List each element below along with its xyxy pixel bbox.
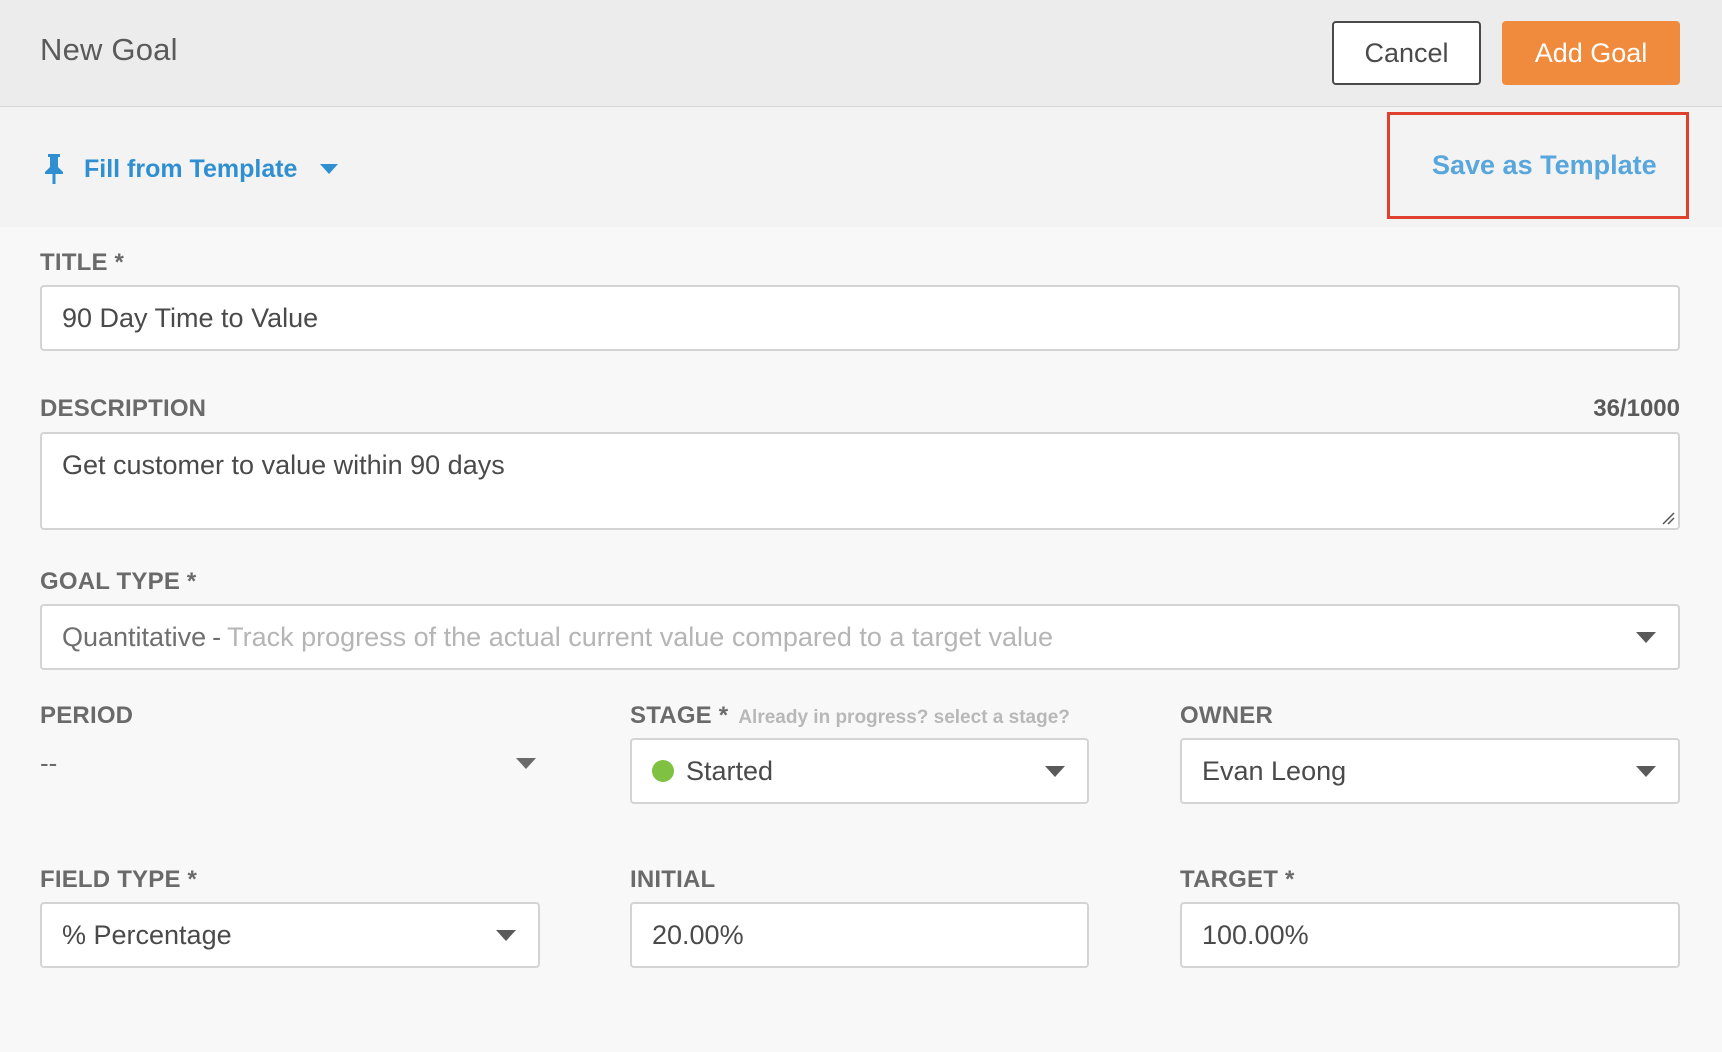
chevron-down-icon[interactable] xyxy=(516,758,536,769)
target-field[interactable] xyxy=(1180,902,1680,968)
stage-label-text: STAGE * xyxy=(630,702,729,729)
save-as-template-link[interactable]: Save as Template xyxy=(1432,150,1657,181)
stage-label: STAGE * Already in progress? select a sta… xyxy=(630,702,1070,730)
stage-select[interactable]: Started xyxy=(630,738,1089,804)
field-type-value: % Percentage xyxy=(62,919,232,950)
chevron-down-icon xyxy=(1636,632,1656,643)
field-type-select[interactable]: % Percentage xyxy=(40,902,540,968)
goal-type-select[interactable]: Quantitative - Track progress of the act… xyxy=(40,604,1680,670)
resize-handle-icon[interactable] xyxy=(1661,511,1675,525)
status-dot xyxy=(652,760,674,782)
goal-type-description: Track progress of the actual current val… xyxy=(227,621,1054,652)
title-input[interactable] xyxy=(62,287,1678,349)
add-goal-button[interactable]: Add Goal xyxy=(1502,21,1680,85)
stage-hint: Already in progress? select a stage? xyxy=(738,707,1070,728)
fill-from-template-label: Fill from Template xyxy=(84,154,298,183)
title-label: TITLE * xyxy=(40,249,125,276)
chevron-down-icon xyxy=(1045,766,1065,777)
initial-field[interactable] xyxy=(630,902,1089,968)
pin-icon xyxy=(45,154,63,184)
period-label: PERIOD xyxy=(40,702,134,729)
caret-down-icon xyxy=(320,164,339,174)
page-title: New Goal xyxy=(40,32,178,67)
chevron-down-icon xyxy=(496,930,516,941)
chevron-down-icon xyxy=(1636,766,1656,777)
description-label: DESCRIPTION xyxy=(40,395,207,422)
title-field[interactable] xyxy=(40,285,1680,351)
owner-select[interactable]: Evan Leong xyxy=(1180,738,1680,804)
period-select[interactable]: -- xyxy=(40,748,57,779)
owner-value: Evan Leong xyxy=(1202,755,1347,786)
description-text: Get customer to value within 90 days xyxy=(62,450,505,480)
description-textarea[interactable]: Get customer to value within 90 days xyxy=(40,432,1680,530)
goal-type-separator: - xyxy=(212,621,222,652)
character-counter: 36/1000 xyxy=(1593,395,1680,422)
cancel-button[interactable]: Cancel xyxy=(1332,21,1481,85)
field-type-label: FIELD TYPE * xyxy=(40,866,198,893)
initial-input[interactable] xyxy=(652,904,1087,966)
stage-value: Started xyxy=(686,755,774,786)
goal-type-value: Quantitative xyxy=(62,621,207,652)
owner-label: OWNER xyxy=(1180,702,1273,729)
new-goal-modal: New Goal Cancel Add Goal Fill from Templ… xyxy=(0,0,1722,1052)
target-input[interactable] xyxy=(1202,904,1678,966)
modal-header: New Goal Cancel Add Goal xyxy=(0,0,1722,107)
goal-type-label: GOAL TYPE * xyxy=(40,568,197,595)
fill-from-template-dropdown[interactable]: Fill from Template xyxy=(40,149,339,189)
target-label: TARGET * xyxy=(1180,866,1295,893)
initial-label: INITIAL xyxy=(630,866,716,893)
